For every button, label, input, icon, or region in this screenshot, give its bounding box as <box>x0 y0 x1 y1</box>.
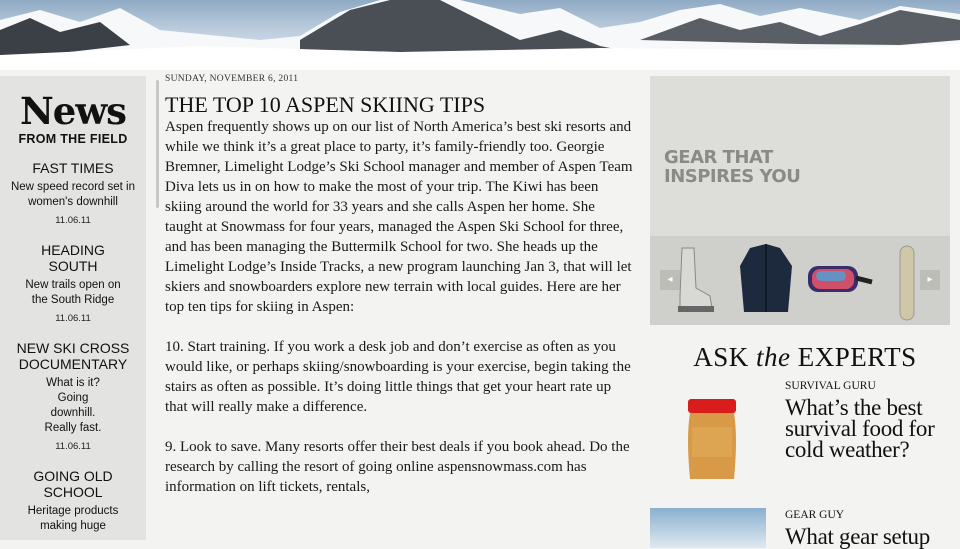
ski-boot-image <box>678 247 714 312</box>
news-sidebar: News FROM THE FIELD FAST TIMES New speed… <box>0 76 146 540</box>
expert-item[interactable]: GEAR GUY What gear setup <box>785 509 960 549</box>
expert-question: What gear setup <box>785 524 930 549</box>
news-item-date: 11.06.11 <box>55 215 91 226</box>
mountain-banner-image <box>0 0 960 70</box>
gear-title: GEAR THAT INSPIRES YOU <box>664 147 801 187</box>
news-item-desc: New trails open on the South Ridge <box>25 279 121 306</box>
news-item-old-school[interactable]: GOING OLD SCHOOL Heritage products makin… <box>0 468 146 534</box>
expert-question: What’s the best survival food for cold w… <box>785 395 935 462</box>
article-paragraph: 9. Look to save. Many resorts offer thei… <box>165 439 630 495</box>
news-item-desc: New speed record set in women's downhill <box>10 181 135 208</box>
gear-title-line: GEAR THAT <box>664 147 773 168</box>
article: SUNDAY, NOVEMBER 6, 2011 THE TOP 10 ASPE… <box>165 74 635 540</box>
article-body: Aspen frequently shows up on our list of… <box>165 117 635 497</box>
news-item-heading: NEW SKI CROSS DOCUMENTARY <box>16 340 130 372</box>
carousel-next-button[interactable]: ▸ <box>920 270 940 290</box>
news-item-ski-cross[interactable]: NEW SKI CROSS DOCUMENTARY What is it? Go… <box>0 340 146 452</box>
gear-guy-image <box>650 508 766 548</box>
article-paragraph: 10. Start training. If you work a desk j… <box>165 339 631 415</box>
article-scrollbar[interactable] <box>156 80 159 208</box>
news-item-heading: GOING OLD SCHOOL <box>33 468 113 500</box>
news-item-fast-times[interactable]: FAST TIMES New speed record set in women… <box>0 160 146 226</box>
ask-the-experts: ASK the EXPERTS SURVIVAL GURU What’s the… <box>650 342 960 548</box>
news-item-heading: HEADING SOUTH <box>41 242 105 274</box>
ski-goggles-image <box>808 266 873 292</box>
article-paragraph: Aspen frequently shows up on our list of… <box>165 119 633 315</box>
news-item-date: 11.06.11 <box>55 313 91 324</box>
expert-label: SURVIVAL GURU <box>785 380 876 392</box>
news-item-heading: FAST TIMES <box>32 160 114 176</box>
news-item-desc: Heritage products making huge <box>27 505 119 532</box>
news-item-heading-south[interactable]: HEADING SOUTH New trails open on the Sou… <box>0 242 146 324</box>
gear-carousel: ◂ ▸ <box>650 236 950 325</box>
article-title: THE TOP 10 ASPEN SKIING TIPS <box>165 92 486 117</box>
gear-title-line: INSPIRES YOU <box>664 166 801 187</box>
news-title: News <box>19 89 127 133</box>
snowboard-image <box>899 245 915 321</box>
carousel-prev-button[interactable]: ◂ <box>660 270 680 290</box>
peanut-butter-jar-image <box>688 399 736 479</box>
expert-item[interactable]: SURVIVAL GURU What’s the best survival f… <box>785 380 960 462</box>
experts-title: ASK the EXPERTS <box>693 342 917 372</box>
expert-label: GEAR GUY <box>785 509 845 521</box>
gear-promo[interactable]: GEAR THAT INSPIRES YOU ◂ ▸ <box>650 76 950 325</box>
ski-jacket-image <box>740 244 792 312</box>
header-banner <box>0 0 960 70</box>
article-date: SUNDAY, NOVEMBER 6, 2011 <box>165 74 299 84</box>
news-item-desc: What is it? Going downhill. Really fast. <box>44 377 102 434</box>
news-subtitle: FROM THE FIELD <box>18 132 128 146</box>
news-item-date: 11.06.11 <box>55 441 91 452</box>
